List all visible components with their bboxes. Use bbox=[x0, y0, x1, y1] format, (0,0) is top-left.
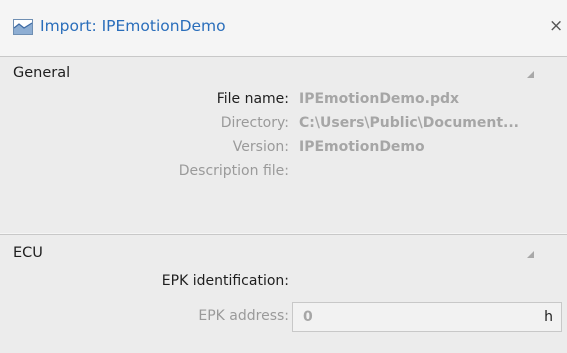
description-file-label: Description file: bbox=[178, 163, 289, 179]
epk-address-field[interactable]: 0 h bbox=[292, 302, 562, 332]
directory-value: C:\Users\Public\Document... bbox=[299, 115, 519, 131]
directory-row: Directory: C:\Users\Public\Document... bbox=[0, 115, 567, 137]
epk-identification-row: EPK identification: bbox=[0, 273, 567, 295]
dialog-title: Import: IPEmotionDemo bbox=[40, 17, 226, 35]
description-file-row: Description file: bbox=[0, 163, 567, 185]
epk-address-label: EPK address: bbox=[198, 308, 289, 324]
file-name-value: IPEmotionDemo.pdx bbox=[299, 91, 460, 107]
file-name-row: File name: IPEmotionDemo.pdx bbox=[0, 91, 567, 113]
file-name-label: File name: bbox=[216, 91, 289, 107]
epk-address-value: 0 bbox=[303, 309, 313, 325]
epk-identification-label: EPK identification: bbox=[161, 273, 289, 289]
epk-address-unit: h bbox=[544, 309, 553, 325]
collapse-triangle-icon[interactable] bbox=[527, 251, 534, 258]
version-label: Version: bbox=[232, 139, 289, 155]
chart-area-icon bbox=[13, 19, 33, 35]
general-section-heading: General bbox=[13, 65, 71, 81]
collapse-triangle-icon[interactable] bbox=[527, 71, 534, 78]
version-row: Version: IPEmotionDemo bbox=[0, 139, 567, 161]
close-icon[interactable]: × bbox=[549, 16, 563, 36]
dialog-header: Import: IPEmotionDemo × bbox=[0, 0, 567, 56]
directory-label: Directory: bbox=[220, 115, 289, 131]
ecu-section: ECU EPK identification: EPK address: 0 h bbox=[0, 234, 567, 353]
version-value: IPEmotionDemo bbox=[299, 139, 425, 155]
ecu-section-heading: ECU bbox=[13, 245, 43, 261]
general-section: General File name: IPEmotionDemo.pdx Dir… bbox=[0, 56, 567, 233]
